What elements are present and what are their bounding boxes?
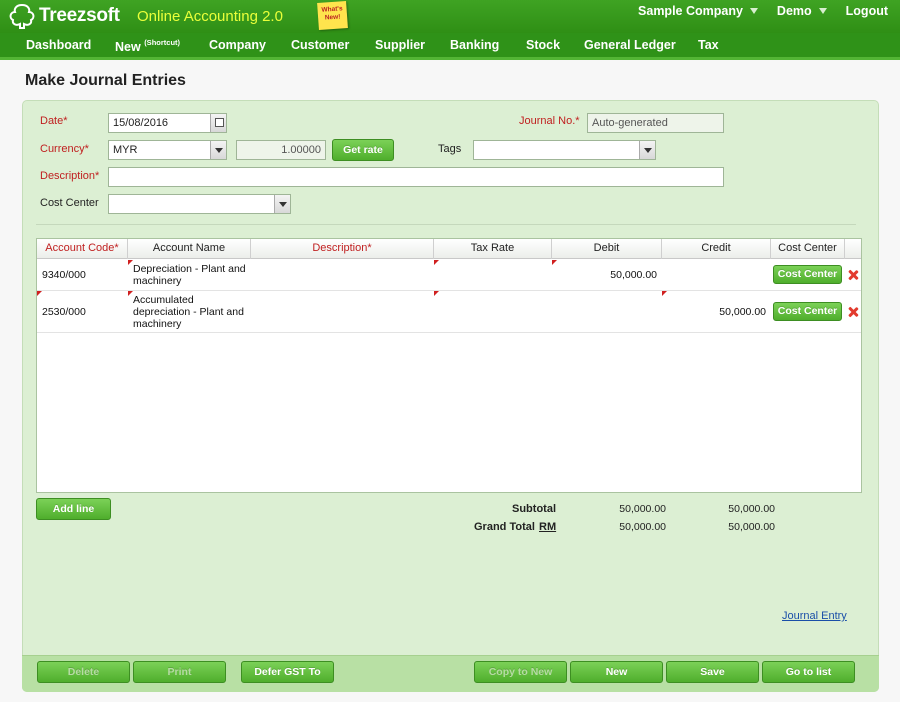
delete-button[interactable]: Delete <box>37 661 130 683</box>
tags-label: Tags <box>438 143 462 155</box>
account-name-cell[interactable]: Depreciation - Plant and machinery <box>133 263 251 287</box>
journal-no-field: Auto-generated <box>587 113 724 133</box>
add-line-button[interactable]: Add line <box>36 498 111 520</box>
edited-flag <box>434 291 439 296</box>
nav-new[interactable]: New (Shortcut) <box>115 38 180 54</box>
logo[interactable]: Treezsoft <box>6 3 120 29</box>
edited-flag <box>662 291 667 296</box>
tags-select[interactable] <box>473 140 656 160</box>
grand-total-debit: 50,000.00 <box>619 521 666 533</box>
calendar-icon[interactable] <box>210 114 226 132</box>
nav-general-ledger[interactable]: General Ledger <box>584 38 676 52</box>
account-code-cell[interactable]: 9340/000 <box>42 269 86 281</box>
edited-flag <box>434 260 439 265</box>
col-credit[interactable]: Credit <box>662 239 771 259</box>
company-menu[interactable]: Sample Company <box>638 4 758 18</box>
date-value: 15/08/2016 <box>113 117 169 129</box>
col-account-code[interactable]: Account Code* <box>37 239 128 259</box>
subtotal-credit: 50,000.00 <box>728 503 775 515</box>
chevron-down-icon <box>749 8 758 14</box>
logout-link[interactable]: Logout <box>846 4 888 18</box>
currency-label: Currency* <box>40 143 89 155</box>
chevron-down-icon[interactable] <box>274 195 290 213</box>
description-label: Description* <box>40 170 100 182</box>
currency-link[interactable]: RM <box>539 521 556 533</box>
nav-customer[interactable]: Customer <box>291 38 349 52</box>
nav-supplier[interactable]: Supplier <box>375 38 425 52</box>
tree-logo-icon <box>9 3 35 29</box>
cost-center-label: Cost Center <box>40 197 99 209</box>
nav-stock[interactable]: Stock <box>526 38 560 52</box>
nav-new-label: New <box>115 40 141 54</box>
get-rate-button[interactable]: Get rate <box>332 139 394 161</box>
nav-banking[interactable]: Banking <box>450 38 499 52</box>
go-to-list-button[interactable]: Go to list <box>762 661 855 683</box>
account-name-line: machinery <box>133 275 182 287</box>
table-row[interactable]: 2530/000 Accumulated depreciation - Plan… <box>37 291 861 333</box>
cost-center-select[interactable] <box>108 194 291 214</box>
save-button[interactable]: Save <box>666 661 759 683</box>
account-name-line: depreciation - Plant and <box>133 306 244 318</box>
credit-cell[interactable]: 50,000.00 <box>662 306 766 318</box>
subtotal-label: Subtotal <box>512 503 556 515</box>
nav-dashboard[interactable]: Dashboard <box>26 38 91 52</box>
exchange-rate-field[interactable]: 1.00000 <box>236 140 326 160</box>
delete-row-icon[interactable] <box>848 270 858 280</box>
edited-flag <box>37 291 42 296</box>
col-description[interactable]: Description* <box>251 239 434 259</box>
company-name: Sample Company <box>638 4 743 18</box>
col-tax-rate[interactable]: Tax Rate <box>434 239 552 259</box>
copy-to-new-button[interactable]: Copy to New <box>474 661 567 683</box>
table-row[interactable]: 9340/000 Depreciation - Plant and machin… <box>37 260 861 291</box>
grid-header: Account Code* Account Name Description* … <box>37 239 861 259</box>
journal-no-label: Journal No.* <box>519 115 580 127</box>
account-name-line: Depreciation - Plant and <box>133 263 246 275</box>
currency-value: MYR <box>113 144 138 156</box>
chevron-down-icon[interactable] <box>639 141 655 159</box>
cost-center-button[interactable]: Cost Center <box>773 265 842 284</box>
logo-text: Treezsoft <box>39 5 120 26</box>
divider <box>36 224 856 225</box>
edited-flag <box>552 260 557 265</box>
tagline: Online Accounting 2.0 <box>137 8 283 25</box>
whats-new-badge[interactable]: What's New! <box>317 1 348 30</box>
journal-lines-grid: Account Code* Account Name Description* … <box>36 238 862 493</box>
account-name-cell[interactable]: Accumulated depreciation - Plant and mac… <box>133 294 251 330</box>
user-name: Demo <box>776 4 812 18</box>
print-button[interactable]: Print <box>133 661 226 683</box>
top-bar: Treezsoft Online Accounting 2.0 What's N… <box>0 0 900 33</box>
subtotal-debit: 50,000.00 <box>619 503 666 515</box>
user-menu[interactable]: Demo <box>777 4 827 18</box>
defer-gst-button[interactable]: Defer GST To <box>241 661 334 683</box>
nav-company[interactable]: Company <box>209 38 266 52</box>
chevron-down-icon[interactable] <box>210 141 226 159</box>
account-name-line: Accumulated <box>133 294 194 306</box>
col-debit[interactable]: Debit <box>552 239 662 259</box>
main-nav: Dashboard New (Shortcut) Company Custome… <box>0 33 900 60</box>
col-cost-center[interactable]: Cost Center <box>771 239 845 259</box>
date-field[interactable]: 15/08/2016 <box>108 113 227 133</box>
grand-total-credit: 50,000.00 <box>728 521 775 533</box>
cost-center-button[interactable]: Cost Center <box>773 302 842 321</box>
grand-total-label: Grand Total <box>474 521 535 533</box>
journal-entry-link[interactable]: Journal Entry <box>782 610 847 622</box>
date-label: Date* <box>40 115 68 127</box>
chevron-down-icon <box>818 8 827 14</box>
currency-select[interactable]: MYR <box>108 140 227 160</box>
account-code-cell[interactable]: 2530/000 <box>42 306 86 318</box>
new-button[interactable]: New <box>570 661 663 683</box>
nav-tax[interactable]: Tax <box>698 38 719 52</box>
page-title: Make Journal Entries <box>25 72 186 89</box>
debit-cell[interactable]: 50,000.00 <box>552 269 657 281</box>
account-name-line: machinery <box>133 318 182 330</box>
description-input[interactable] <box>108 167 724 187</box>
nav-new-shortcut: (Shortcut) <box>144 38 181 47</box>
delete-row-icon[interactable] <box>848 307 858 317</box>
col-account-name[interactable]: Account Name <box>128 239 251 259</box>
